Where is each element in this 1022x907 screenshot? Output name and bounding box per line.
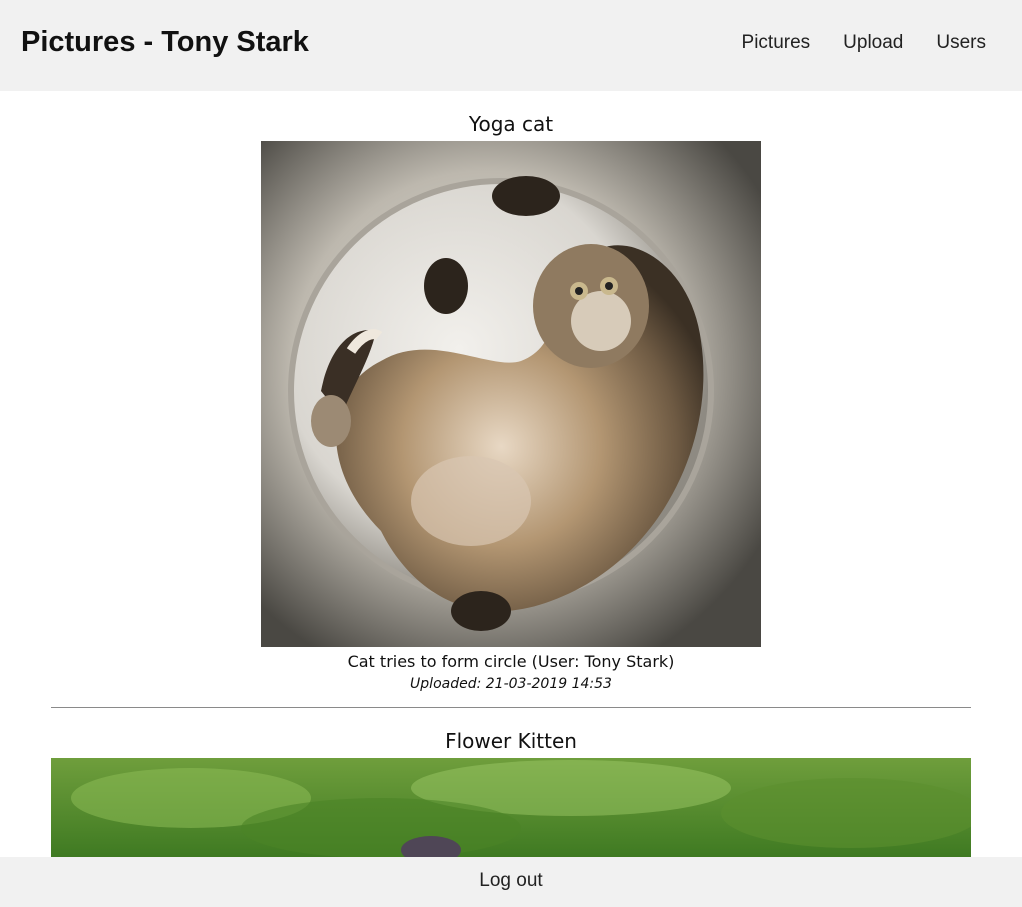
post-title: Yoga cat <box>468 112 554 136</box>
post-divider <box>51 707 971 708</box>
post-upload-date: Uploaded: 21-03-2019 14:53 <box>410 676 612 692</box>
nav-upload-link[interactable]: Upload <box>843 32 903 54</box>
main-nav: Pictures Upload Users <box>742 32 986 54</box>
nav-pictures-link[interactable]: Pictures <box>742 32 811 54</box>
picture-feed[interactable]: Yoga cat Cat tries to form circle (User:… <box>0 91 1022 857</box>
post-image <box>51 758 971 857</box>
post-caption: Cat tries to form circle (User: Tony Sta… <box>347 652 675 671</box>
post-title: Flower Kitten <box>445 729 577 753</box>
bottom-bar: Log out <box>0 857 1022 907</box>
flower-kitten-photo <box>51 758 971 857</box>
top-bar: Pictures - Tony Stark Pictures Upload Us… <box>0 0 1022 91</box>
logout-link[interactable]: Log out <box>479 870 542 892</box>
post-image <box>261 141 761 647</box>
page-title: Pictures - Tony Stark <box>21 26 309 58</box>
yoga-cat-photo <box>261 141 761 647</box>
nav-users-link[interactable]: Users <box>936 32 986 54</box>
